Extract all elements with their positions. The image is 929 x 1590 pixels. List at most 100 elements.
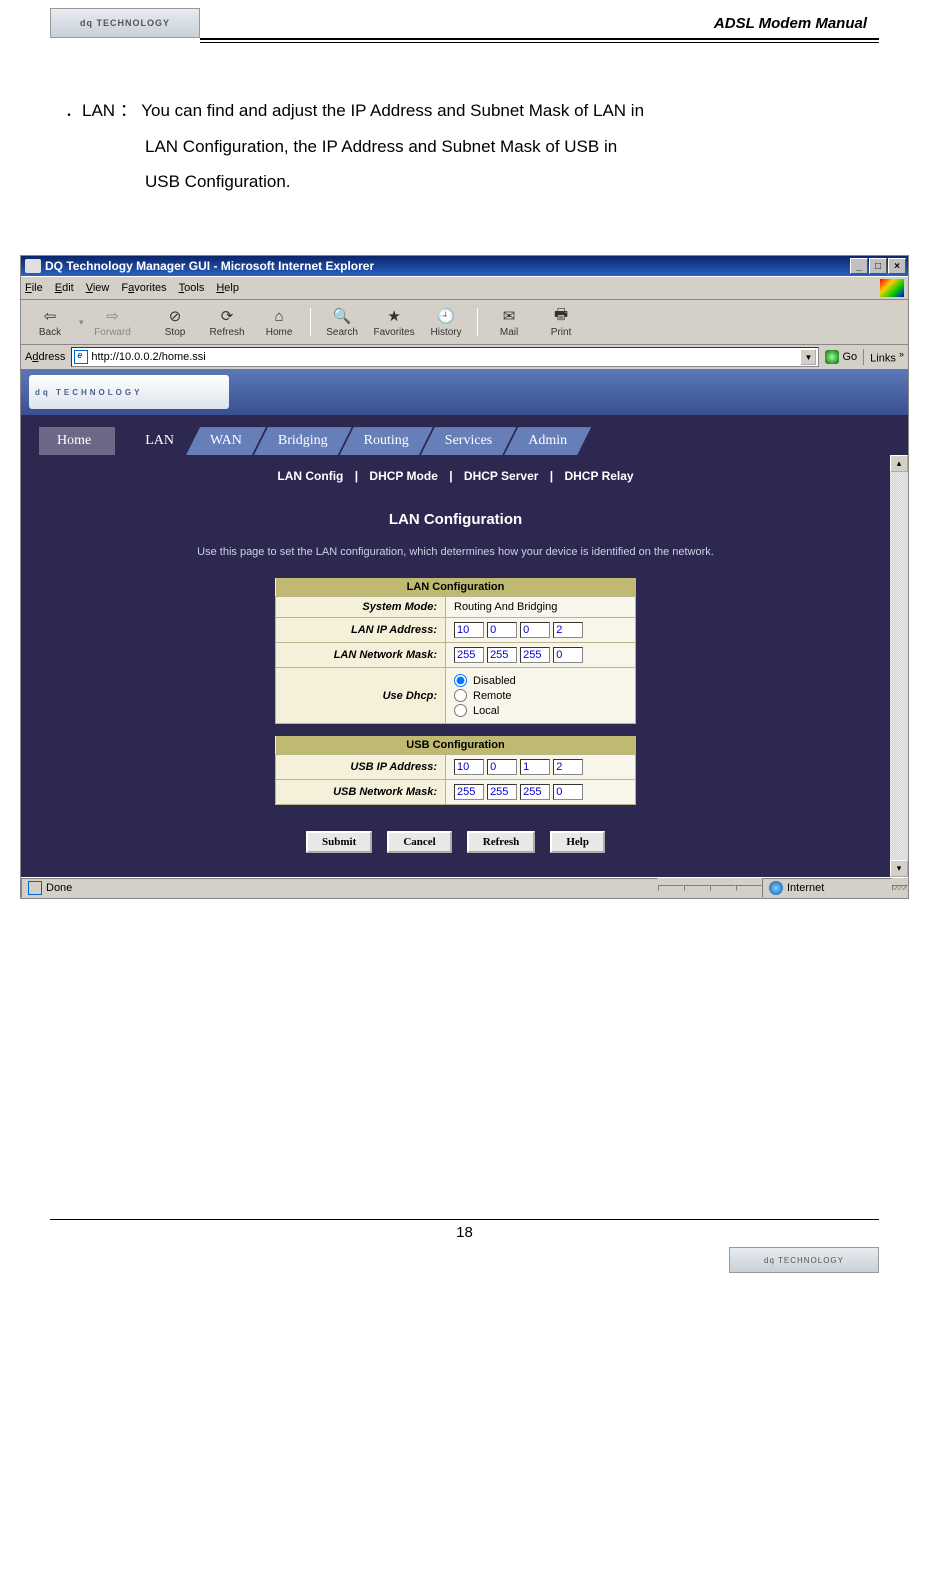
usb-mask-octet3[interactable] xyxy=(520,784,550,800)
refresh-button[interactable]: ⟳Refresh xyxy=(204,306,250,338)
print-button[interactable]: 🖶Print xyxy=(538,306,584,338)
toolbar-separator xyxy=(477,308,478,336)
dhcp-local-radio[interactable] xyxy=(454,704,467,717)
maximize-button[interactable]: □ xyxy=(869,258,887,274)
menu-file[interactable]: File xyxy=(25,282,43,294)
menu-tools[interactable]: Tools xyxy=(179,282,205,294)
home-button[interactable]: ⌂Home xyxy=(256,306,302,338)
status-panel xyxy=(658,885,684,891)
use-dhcp-label: Use Dhcp: xyxy=(276,668,446,724)
dhcp-remote-option[interactable]: Remote xyxy=(454,689,627,702)
lan-ip-octet3[interactable] xyxy=(520,622,550,638)
menu-help[interactable]: Help xyxy=(216,282,239,294)
status-panel xyxy=(736,885,762,891)
lan-config-table: LAN Configuration System Mode: Routing A… xyxy=(275,578,636,724)
address-field-wrap[interactable]: ▼ xyxy=(71,347,819,367)
address-dropdown-icon[interactable]: ▼ xyxy=(800,349,816,365)
usb-ip-octet2[interactable] xyxy=(487,759,517,775)
usb-mask-octet4[interactable] xyxy=(553,784,583,800)
menu-edit[interactable]: Edit xyxy=(55,282,74,294)
go-icon xyxy=(825,350,839,364)
lan-ip-octet4[interactable] xyxy=(553,622,583,638)
tab-bridging[interactable]: Bridging xyxy=(254,427,352,455)
tab-admin[interactable]: Admin xyxy=(504,427,591,455)
desc-line1: You can find and adjust the IP Address a… xyxy=(141,101,644,120)
page-description: Use this page to set the LAN configurati… xyxy=(21,540,890,578)
globe-icon xyxy=(769,881,783,895)
lan-mask-octet4[interactable] xyxy=(553,647,583,663)
tab-services[interactable]: Services xyxy=(421,427,516,455)
window-titlebar: DQ Technology Manager GUI - Microsoft In… xyxy=(21,256,908,276)
app-icon xyxy=(25,259,41,273)
lan-ip-octet1[interactable] xyxy=(454,622,484,638)
links-button[interactable]: Links » xyxy=(863,349,904,365)
scroll-down-button[interactable]: ▾ xyxy=(890,860,908,877)
tab-home[interactable]: Home xyxy=(39,427,115,455)
bullet-sep: ： xyxy=(120,101,137,120)
dhcp-disabled-option[interactable]: Disabled xyxy=(454,674,627,687)
doc-title: ADSL Modem Manual xyxy=(714,15,879,32)
toolbar: ⇦Back ▾ ⇨Forward ▾ ⊘Stop ⟳Refresh ⌂Home … xyxy=(21,299,908,344)
forward-dropdown-icon[interactable]: ▾ xyxy=(142,317,147,328)
doc-body: ．LAN ： You can find and adjust the IP Ad… xyxy=(0,43,929,230)
usb-mask-octet1[interactable] xyxy=(454,784,484,800)
lan-mask-octet2[interactable] xyxy=(487,647,517,663)
cancel-button[interactable]: Cancel xyxy=(387,831,451,853)
use-dhcp-value: Disabled Remote Local xyxy=(446,668,636,724)
usb-mask-value xyxy=(446,780,636,805)
submit-button[interactable]: Submit xyxy=(306,831,372,853)
status-bar: Done Internet xyxy=(21,877,908,898)
page-icon xyxy=(74,350,88,364)
usb-mask-octet2[interactable] xyxy=(487,784,517,800)
dhcp-disabled-radio[interactable] xyxy=(454,674,467,687)
scroll-up-button[interactable]: ▴ xyxy=(890,455,908,472)
usb-ip-octet4[interactable] xyxy=(553,759,583,775)
back-dropdown-icon[interactable]: ▾ xyxy=(79,317,84,328)
back-button[interactable]: ⇦Back xyxy=(27,306,73,338)
lan-ip-octet2[interactable] xyxy=(487,622,517,638)
tab-routing[interactable]: Routing xyxy=(340,427,433,455)
page-number: 18 xyxy=(0,1220,929,1247)
brand-bar: dq TECHNOLOGY xyxy=(21,369,908,415)
address-bar: Address ▼ Go Links » xyxy=(21,344,908,369)
lan-mask-octet3[interactable] xyxy=(520,647,550,663)
scroll-track[interactable] xyxy=(890,472,908,860)
lan-mask-label: LAN Network Mask: xyxy=(276,643,446,668)
subtab-lan-config[interactable]: LAN Config xyxy=(273,469,347,483)
system-mode-label: System Mode: xyxy=(276,597,446,618)
favorites-button[interactable]: ★Favorites xyxy=(371,306,417,338)
dhcp-remote-radio[interactable] xyxy=(454,689,467,702)
usb-mask-label: USB Network Mask: xyxy=(276,780,446,805)
status-panel xyxy=(684,885,710,891)
subtab-separator: | xyxy=(351,469,362,483)
dhcp-local-option[interactable]: Local xyxy=(454,704,627,717)
header-logo: dq TECHNOLOGY xyxy=(50,8,200,38)
page-refresh-button[interactable]: Refresh xyxy=(467,831,535,853)
doc-header: dq TECHNOLOGY ADSL Modem Manual xyxy=(0,0,929,38)
menu-favorites[interactable]: Favorites xyxy=(121,282,166,294)
content-main: LAN Config | DHCP Mode | DHCP Server | D… xyxy=(21,455,890,877)
vertical-scrollbar[interactable]: ▴ ▾ xyxy=(890,455,908,877)
subtab-dhcp-relay[interactable]: DHCP Relay xyxy=(560,469,637,483)
forward-button[interactable]: ⇨Forward xyxy=(90,306,136,338)
minimize-button[interactable]: _ xyxy=(850,258,868,274)
menu-view[interactable]: View xyxy=(86,282,110,294)
resize-grip[interactable] xyxy=(892,885,908,891)
lan-mask-octet1[interactable] xyxy=(454,647,484,663)
usb-ip-octet1[interactable] xyxy=(454,759,484,775)
status-panel xyxy=(710,885,736,891)
desc-line3: USB Configuration. xyxy=(65,164,864,200)
subtab-dhcp-server[interactable]: DHCP Server xyxy=(460,469,542,483)
close-button[interactable]: × xyxy=(888,258,906,274)
mail-button[interactable]: ✉Mail xyxy=(486,306,532,338)
go-button[interactable]: Go xyxy=(825,350,857,364)
history-button[interactable]: 🕘History xyxy=(423,306,469,338)
search-button[interactable]: 🔍Search xyxy=(319,306,365,338)
help-button[interactable]: Help xyxy=(550,831,605,853)
address-input[interactable] xyxy=(91,351,800,363)
usb-ip-octet3[interactable] xyxy=(520,759,550,775)
tab-wan[interactable]: WAN xyxy=(186,427,266,455)
subtab-dhcp-mode[interactable]: DHCP Mode xyxy=(365,469,441,483)
tab-lan[interactable]: LAN xyxy=(121,427,198,455)
stop-button[interactable]: ⊘Stop xyxy=(152,306,198,338)
